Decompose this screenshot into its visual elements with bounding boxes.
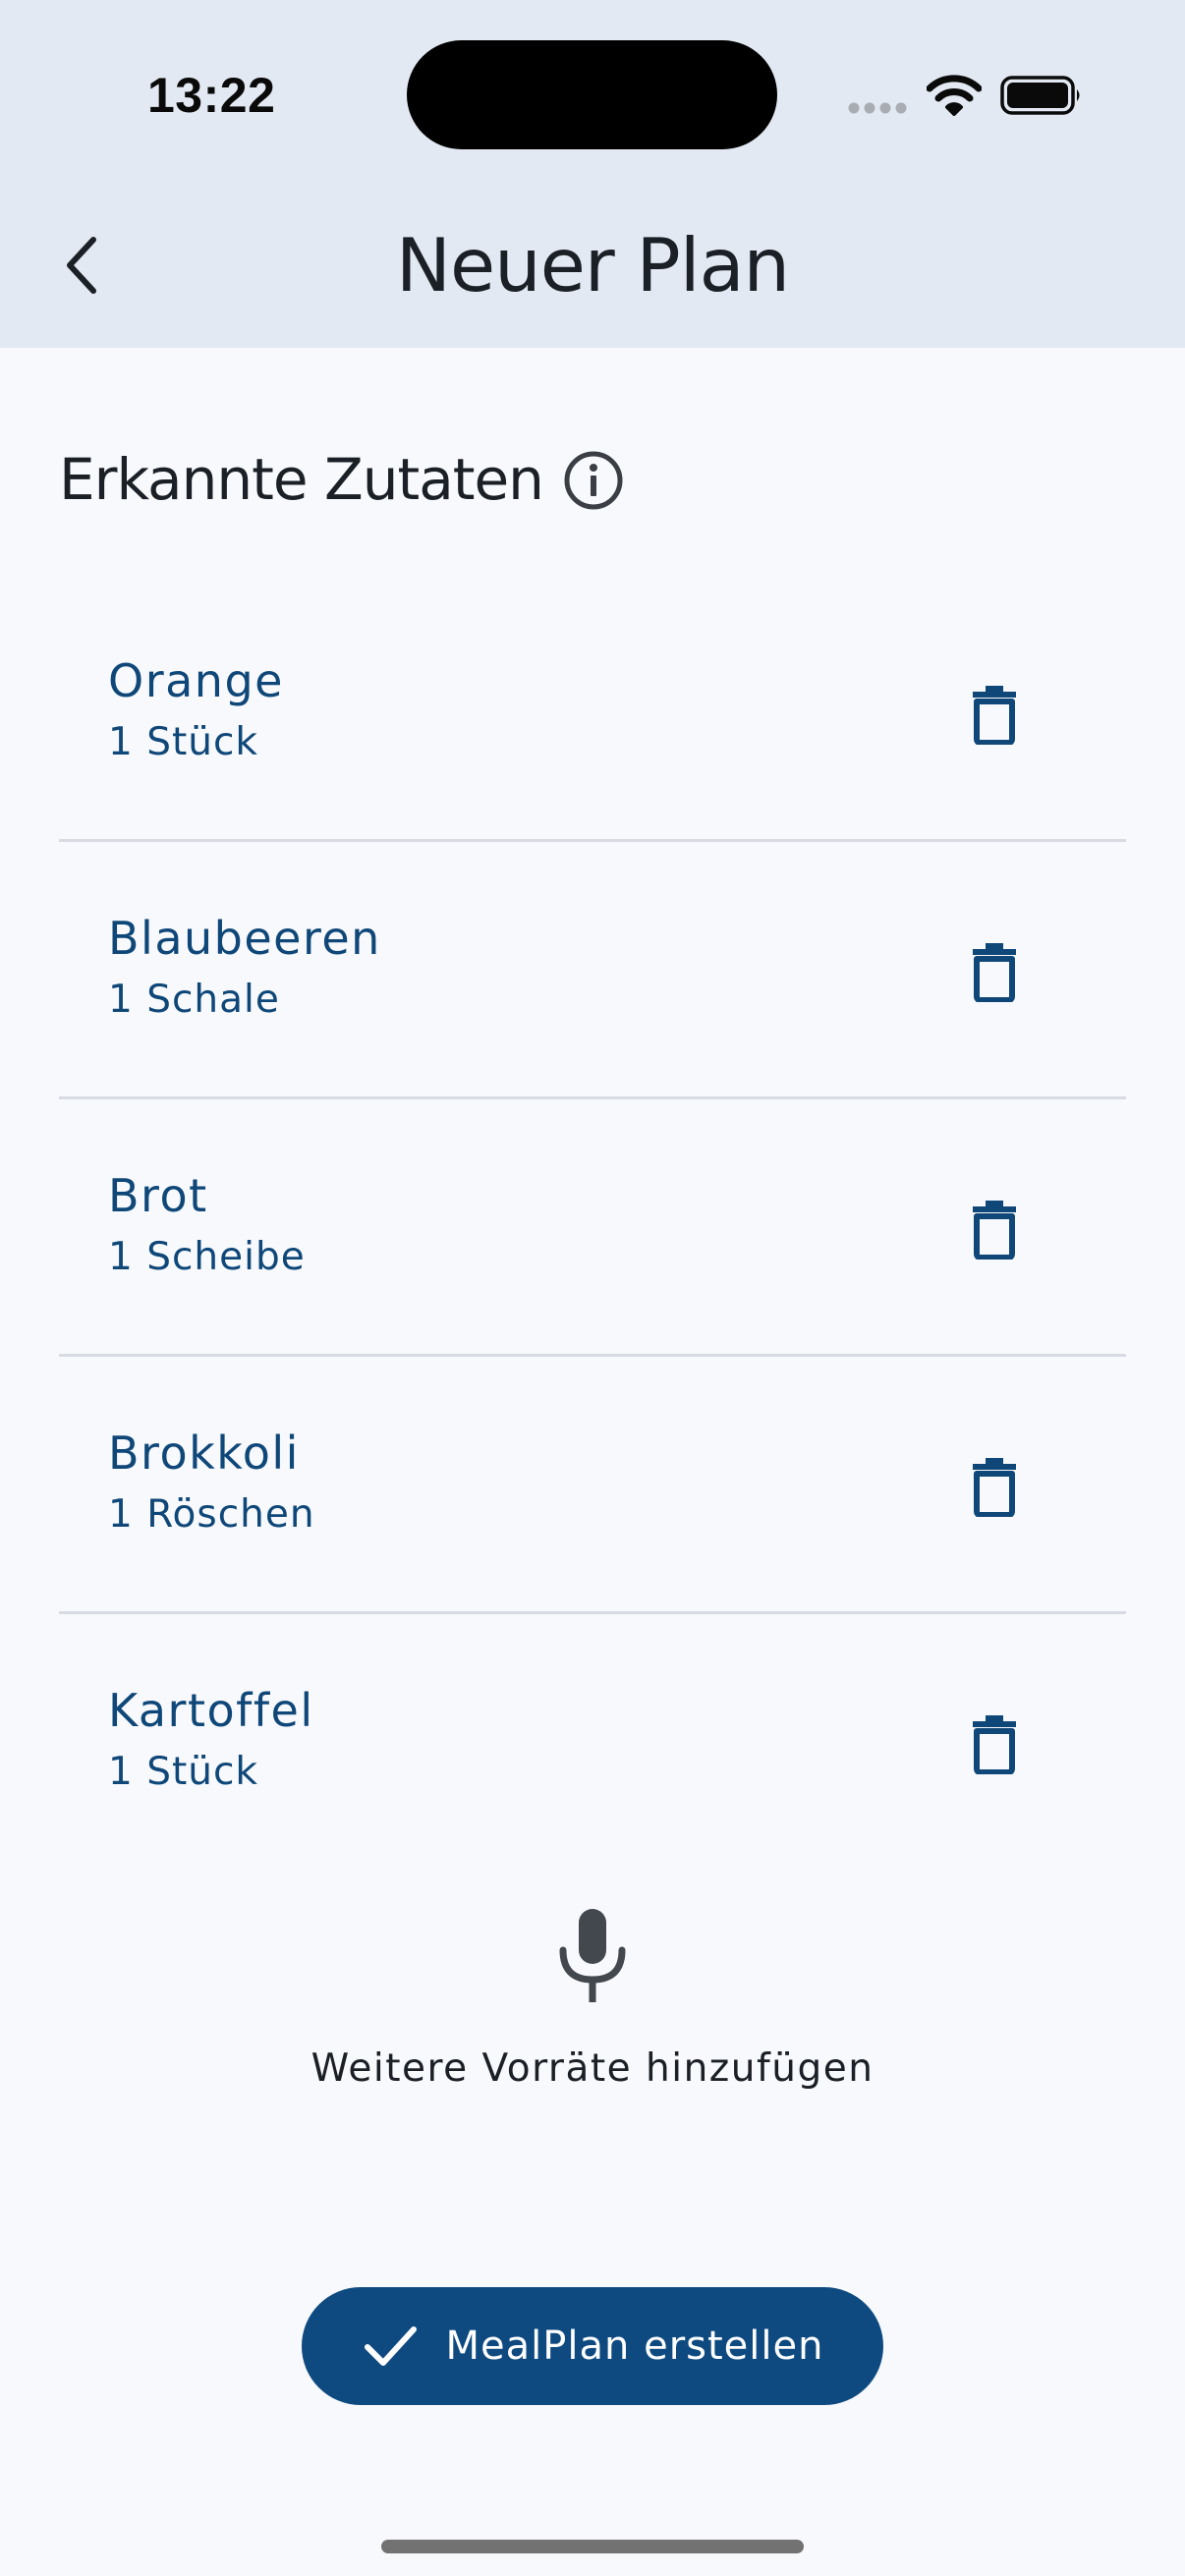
- ingredient-row[interactable]: Brot 1 Scheibe: [59, 1099, 1126, 1357]
- home-indicator[interactable]: [381, 2540, 804, 2553]
- ingredient-name: Brot: [108, 1169, 208, 1222]
- battery-icon: [1000, 76, 1080, 115]
- ingredient-name: Orange: [108, 654, 284, 707]
- wifi-icon: [927, 75, 982, 116]
- trash-icon: [973, 1715, 1016, 1774]
- status-bar-time: 13:22: [147, 68, 276, 123]
- delete-ingredient-button[interactable]: [948, 1699, 1041, 1791]
- cellular-signal-icon: [848, 102, 907, 114]
- section-title: Erkannte Zutaten: [59, 446, 544, 513]
- ingredient-quantity: 1 Stück: [108, 1750, 259, 1794]
- top-app-bar: 13:22 Neuer Plan: [0, 0, 1185, 348]
- ingredient-row[interactable]: Kartoffel 1 Stück: [59, 1614, 1126, 1872]
- checkmark-icon: [364, 2326, 417, 2366]
- ingredient-quantity: 1 Scheibe: [108, 1235, 306, 1279]
- ingredient-row[interactable]: Brokkoli 1 Röschen: [59, 1357, 1126, 1614]
- dynamic-island: [407, 40, 777, 149]
- delete-ingredient-button[interactable]: [948, 1184, 1041, 1276]
- ingredient-row[interactable]: Blaubeeren 1 Schale: [59, 842, 1126, 1099]
- trash-icon: [973, 1201, 1016, 1260]
- voice-input-button[interactable]: [543, 1902, 642, 2010]
- create-mealplan-label: MealPlan erstellen: [445, 2324, 824, 2369]
- trash-icon: [973, 943, 1016, 1002]
- ingredient-name: Brokkoli: [108, 1427, 300, 1480]
- voice-input-label: Weitere Vorräte hinzufügen: [310, 2046, 875, 2091]
- ingredient-name: Kartoffel: [108, 1684, 314, 1737]
- ingredient-quantity: 1 Röschen: [108, 1492, 315, 1537]
- create-mealplan-button[interactable]: MealPlan erstellen: [302, 2287, 883, 2405]
- info-icon[interactable]: [562, 449, 625, 512]
- trash-icon: [973, 686, 1016, 745]
- delete-ingredient-button[interactable]: [948, 1441, 1041, 1534]
- delete-ingredient-button[interactable]: [948, 926, 1041, 1019]
- trash-icon: [973, 1458, 1016, 1517]
- ingredient-row[interactable]: Orange 1 Stück: [59, 585, 1126, 842]
- ingredient-list: Orange 1 Stück Blaubeeren 1 Schale Brot …: [59, 585, 1126, 1872]
- page-title: Neuer Plan: [395, 222, 790, 308]
- ingredient-name: Blaubeeren: [108, 912, 381, 965]
- ingredient-quantity: 1 Stück: [108, 720, 259, 764]
- ingredient-quantity: 1 Schale: [108, 978, 280, 1022]
- delete-ingredient-button[interactable]: [948, 669, 1041, 761]
- microphone-icon: [559, 1909, 626, 2002]
